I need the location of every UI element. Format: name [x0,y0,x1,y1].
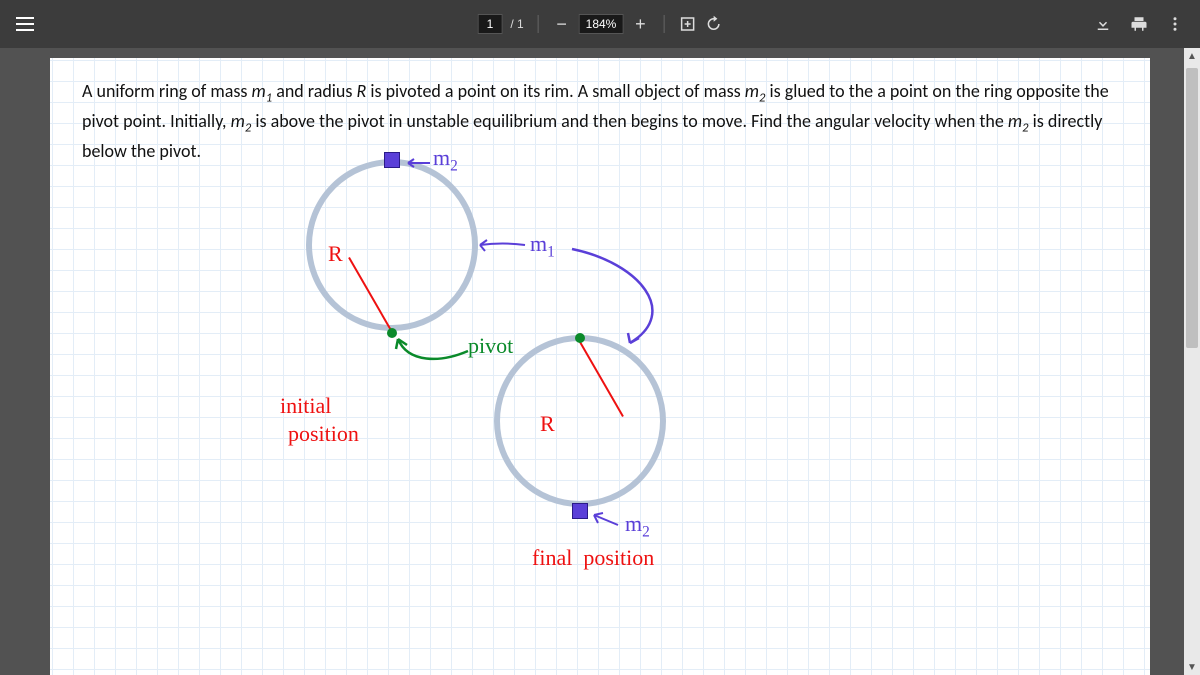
toolbar-right [1094,15,1184,33]
mass-m2-final [572,503,588,519]
label-final: final position [532,545,654,571]
zoom-in-button[interactable]: + [631,14,649,35]
vertical-scrollbar[interactable]: ▲ ▼ [1184,48,1200,675]
label-R-final: R [540,411,555,437]
label-m2-bottom: m2 [625,511,650,541]
label-initial: initial [280,393,331,419]
scroll-down-arrow[interactable]: ▼ [1184,659,1200,675]
var-R: R [356,80,366,102]
label-position-initial: position [288,421,359,447]
ring-final [494,335,666,507]
document-page: A uniform ring of mass m1 and radius R i… [50,58,1150,675]
label-m1: m1 [530,231,555,261]
label-R-initial: R [328,241,343,267]
download-icon[interactable] [1094,15,1112,33]
text: and radius [272,80,356,102]
scroll-up-arrow[interactable]: ▲ [1184,48,1200,64]
problem-statement: A uniform ring of mass m1 and radius R i… [82,78,1130,164]
text: A uniform ring of mass [82,80,251,102]
text: is above the pivot in unstable equilibri… [251,110,1008,132]
zoom-out-button[interactable]: − [553,14,571,35]
pivot-dot [387,328,397,338]
var-m1: m1 [251,80,272,102]
menu-icon[interactable] [16,17,34,31]
var-m2: m2 [1008,110,1029,132]
physics-diagram: m2 R m1 pivot initial position R m2 fina… [280,153,840,623]
page-number-input[interactable]: 1 [478,14,503,34]
document-viewport: A uniform ring of mass m1 and radius R i… [0,48,1200,675]
divider [663,15,664,33]
toolbar-left [16,17,34,31]
fit-page-icon[interactable] [678,15,696,33]
pivot-dot-final [575,333,585,343]
text: is pivoted a point on its rim. A small o… [366,80,745,102]
rotate-icon[interactable] [704,15,722,33]
zoom-value-input[interactable]: 184% [579,14,624,34]
divider [538,15,539,33]
pdf-toolbar: 1 / 1 − 184% + [0,0,1200,48]
print-icon[interactable] [1130,15,1148,33]
label-pivot: pivot [468,333,513,359]
toolbar-center: 1 / 1 − 184% + [478,14,723,35]
var-m2: m2 [745,80,766,102]
scrollbar-thumb[interactable] [1186,68,1198,348]
mass-m2-initial [384,152,400,168]
more-icon[interactable] [1166,15,1184,33]
page-total-label: / 1 [510,17,523,31]
var-m2: m2 [231,110,252,132]
label-m2-top: m2 [433,145,458,175]
